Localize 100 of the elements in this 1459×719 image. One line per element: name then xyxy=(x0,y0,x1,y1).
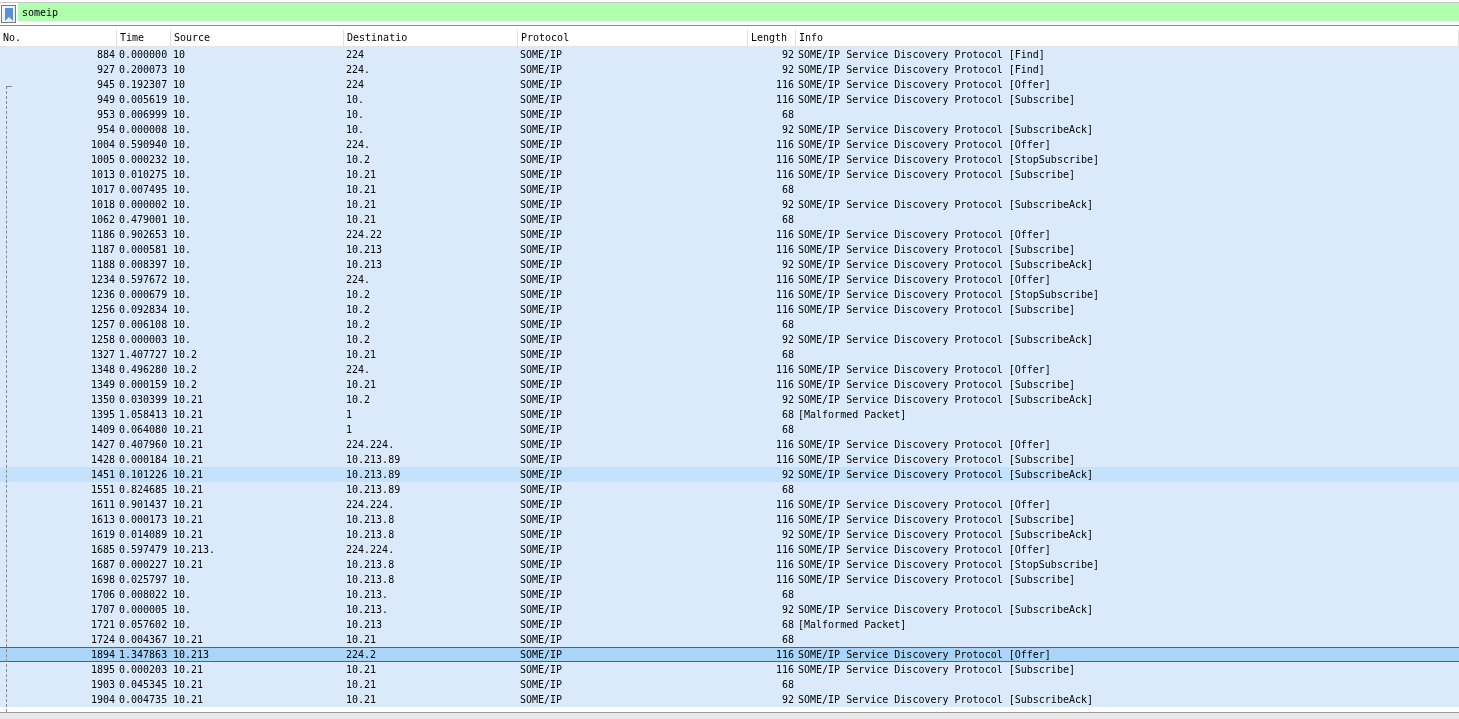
table-cell-text: 1256 xyxy=(90,303,115,317)
table-cell-text: 1257 xyxy=(90,318,115,332)
packet-row[interactable]: 1903 0.045345 10.21 10.21 SOME/IP 68 xyxy=(0,677,1459,692)
packet-row[interactable]: 1904 0.004735 10.21 10.21 SOME/IP 92 SOME/IP Service Discovery Protocol [SubscribeAck] xyxy=(0,692,1459,707)
table-cell-text: 68 xyxy=(781,213,794,227)
packet-row[interactable]: 1327 1.407727 10.2 10.21 SOME/IP 68 xyxy=(0,347,1459,362)
packet-row[interactable]: 1724 0.004367 10.21 10.21 SOME/IP 68 xyxy=(0,632,1459,647)
packet-row[interactable]: 927 0.200073 10 224. SOME/IP 92 SOME/IP Service Discovery Protocol [Find] xyxy=(0,62,1459,77)
packet-row[interactable]: 1348 0.496280 10.2 224. SOME/IP 116 SOME/IP Service Discovery Protocol [Offer] xyxy=(0,362,1459,377)
packet-row[interactable]: 1427 0.407960 10.21 224.224. SOME/IP 116 SOME/IP Service Discovery Protocol [Offer] xyxy=(0,437,1459,452)
table-cell-text: 0.025797 xyxy=(119,573,168,587)
table-cell-text: 0.597479 xyxy=(119,543,168,557)
packet-row[interactable]: 1698 0.025797 10. 10.213.8 SOME/IP 116 SOME/IP Service Discovery Protocol [Subscribe] xyxy=(0,572,1459,587)
column-header[interactable]: Source xyxy=(171,30,344,46)
packet-row[interactable]: 1062 0.479001 10. 10.21 SOME/IP 68 xyxy=(0,212,1459,227)
packet-row[interactable]: 953 0.006999 10. 10. SOME/IP 68 xyxy=(0,107,1459,122)
bookmark-button[interactable] xyxy=(1,5,16,23)
packet-row[interactable]: 1236 0.000679 10. 10.2 SOME/IP 116 SOME/IP Service Discovery Protocol [StopSubscribe] xyxy=(0,287,1459,302)
packet-row[interactable]: 1451 0.101226 10.21 10.213.89 SOME/IP 92 SOME/IP Service Discovery Protocol [SubscribeAck] xyxy=(0,467,1459,482)
packet-row[interactable]: 1188 0.008397 10. 10.213 SOME/IP 92 SOME/IP Service Discovery Protocol [SubscribeAck] xyxy=(0,257,1459,272)
packet-row[interactable]: 1619 0.014089 10.21 10.213.8 SOME/IP 92 SOME/IP Service Discovery Protocol [SubscribeAck] xyxy=(0,527,1459,542)
display-filter-field[interactable]: someip xyxy=(18,3,1459,21)
packet-row[interactable]: 1721 0.057602 10. 10.213 SOME/IP 68 [Malformed Packet] xyxy=(0,617,1459,632)
table-cell-text: 0.824685 xyxy=(119,483,168,497)
table-cell-text: 10. xyxy=(173,273,192,287)
table-cell-text: 10. xyxy=(173,303,192,317)
table-cell-text: 10.213.8 xyxy=(346,558,395,572)
table-cell-text: 10.21 xyxy=(173,453,204,467)
packet-row[interactable]: 1186 0.902653 10. 224.22 SOME/IP 116 SOME/IP Service Discovery Protocol [Offer] xyxy=(0,227,1459,242)
column-header[interactable]: Protocol xyxy=(518,30,748,46)
table-cell-text: 0.902653 xyxy=(119,228,168,242)
packet-row[interactable]: 1349 0.000159 10.2 10.21 SOME/IP 116 SOME/IP Service Discovery Protocol [Subscribe] xyxy=(0,377,1459,392)
table-cell-text: 0.407960 xyxy=(119,438,168,452)
table-cell: 1.347863 xyxy=(119,648,168,661)
table-cell: 224.2 xyxy=(346,648,377,661)
packet-row[interactable]: 1685 0.597479 10.213. 224.224. SOME/IP 116 SOME/IP Service Discovery Protocol [Offer] xyxy=(0,542,1459,557)
packet-row[interactable]: 1017 0.007495 10. 10.21 SOME/IP 68 xyxy=(0,182,1459,197)
table-cell-text: SOME/IP Service Discovery Protocol [SubscribeAck] xyxy=(798,333,1093,347)
table-cell-text: 10.21 xyxy=(346,378,377,392)
packet-row[interactable]: 1409 0.064080 10.21 1 SOME/IP 68 xyxy=(0,422,1459,437)
packet-row[interactable]: 1256 0.092834 10. 10.2 SOME/IP 116 SOME/IP Service Discovery Protocol [Subscribe] xyxy=(0,302,1459,317)
horizontal-scrollbar[interactable] xyxy=(0,712,1459,719)
packet-row[interactable]: 1350 0.030399 10.21 10.2 SOME/IP 92 SOME/IP Service Discovery Protocol [SubscribeAck] xyxy=(0,392,1459,407)
packet-row[interactable]: 1258 0.000003 10. 10.2 SOME/IP 92 SOME/IP Service Discovery Protocol [SubscribeAck] xyxy=(0,332,1459,347)
table-cell-text: SOME/IP xyxy=(520,108,563,122)
table-cell-text: 0.101226 xyxy=(119,468,168,482)
packet-row[interactable]: 1706 0.008022 10. 10.213. SOME/IP 68 xyxy=(0,587,1459,602)
table-cell-text: 10 xyxy=(173,48,186,62)
packet-row[interactable]: 1894 1.347863 10.213 224.2 SOME/IP 116 SOME/IP Service Discovery Protocol [Offer] xyxy=(0,647,1459,662)
packet-row[interactable]: 949 0.005619 10. 10. SOME/IP 116 SOME/IP Service Discovery Protocol [Subscribe] xyxy=(0,92,1459,107)
table-cell-text: 0.005619 xyxy=(119,93,168,107)
table-cell-text: 0.479001 xyxy=(119,213,168,227)
column-header[interactable]: Destinatio xyxy=(344,30,518,46)
table-cell-text: 1706 xyxy=(90,588,115,602)
table-cell-text: 10.21 xyxy=(173,393,204,407)
table-cell-text: 10. xyxy=(173,333,192,347)
table-cell-text: 1 xyxy=(346,423,353,437)
table-cell-text: 116 xyxy=(775,93,794,107)
table-cell-text: 10.21 xyxy=(346,633,377,647)
table-cell-text: 10.21 xyxy=(173,498,204,512)
packet-row[interactable]: 884 0.000000 10 224 SOME/IP 92 SOME/IP Service Discovery Protocol [Find] xyxy=(0,47,1459,62)
packet-row[interactable]: 1611 0.901437 10.21 224.224. SOME/IP 116 SOME/IP Service Discovery Protocol [Offer] xyxy=(0,497,1459,512)
packet-row[interactable]: 1687 0.000227 10.21 10.213.8 SOME/IP 116 SOME/IP Service Discovery Protocol [StopSubscribe] xyxy=(0,557,1459,572)
table-cell-text: 1551 xyxy=(90,483,115,497)
table-cell-text: 949 xyxy=(96,93,115,107)
column-header[interactable]: Info xyxy=(796,30,1459,46)
packet-row[interactable]: 1013 0.010275 10. 10.21 SOME/IP 116 SOME/IP Service Discovery Protocol [Subscribe] xyxy=(0,167,1459,182)
packet-row[interactable]: 945 0.192307 10 224 SOME/IP 116 SOME/IP Service Discovery Protocol [Offer] xyxy=(0,77,1459,92)
table-cell-text: SOME/IP Service Discovery Protocol [Subscribe] xyxy=(798,513,1075,527)
table-cell-text: SOME/IP Service Discovery Protocol [SubscribeAck] xyxy=(798,603,1093,617)
table-cell-text: 116 xyxy=(775,663,794,677)
table-cell-text: 68 xyxy=(781,483,794,497)
table-cell-text: 10.21 xyxy=(173,528,204,542)
packet-row[interactable]: 1004 0.590940 10. 224. SOME/IP 116 SOME/IP Service Discovery Protocol [Offer] xyxy=(0,137,1459,152)
table-cell-text: 10.2 xyxy=(346,288,371,302)
packet-row[interactable]: 1018 0.000002 10. 10.21 SOME/IP 92 SOME/IP Service Discovery Protocol [SubscribeAck] xyxy=(0,197,1459,212)
packet-row[interactable]: 1005 0.000232 10. 10.2 SOME/IP 116 SOME/IP Service Discovery Protocol [StopSubscribe] xyxy=(0,152,1459,167)
table-cell-text: SOME/IP xyxy=(520,663,563,677)
packet-row[interactable]: 1613 0.000173 10.21 10.213.8 SOME/IP 116 SOME/IP Service Discovery Protocol [Subscribe] xyxy=(0,512,1459,527)
column-header[interactable]: No. xyxy=(0,30,117,46)
table-cell: SOME/IP xyxy=(520,648,563,661)
packet-row[interactable]: 1257 0.006108 10. 10.2 SOME/IP 68 xyxy=(0,317,1459,332)
table-cell-text: 10. xyxy=(173,93,192,107)
table-cell-text: 10.2 xyxy=(173,363,198,377)
column-header[interactable]: Length xyxy=(748,30,796,46)
packet-row[interactable]: 1395 1.058413 10.21 1 SOME/IP 68 [Malformed Packet] xyxy=(0,407,1459,422)
table-cell-text: SOME/IP Service Discovery Protocol [Subscribe] xyxy=(798,663,1075,677)
packet-row[interactable]: 1428 0.000184 10.21 10.213.89 SOME/IP 116 SOME/IP Service Discovery Protocol [Subscribe] xyxy=(0,452,1459,467)
packet-row[interactable]: 1234 0.597672 10. 224. SOME/IP 116 SOME/IP Service Discovery Protocol [Offer] xyxy=(0,272,1459,287)
table-cell-text: 116 xyxy=(775,243,794,257)
packet-row[interactable]: 1707 0.000005 10. 10.213. SOME/IP 92 SOME/IP Service Discovery Protocol [SubscribeAck] xyxy=(0,602,1459,617)
table-cell-text: 10. xyxy=(173,213,192,227)
packet-row[interactable]: 1551 0.824685 10.21 10.213.89 SOME/IP 68 xyxy=(0,482,1459,497)
column-header[interactable]: Time xyxy=(117,30,171,46)
table-cell-text: 68 xyxy=(781,618,794,632)
packet-row[interactable]: 1187 0.000581 10. 10.213 SOME/IP 116 SOME/IP Service Discovery Protocol [Subscribe] xyxy=(0,242,1459,257)
table-cell-text: 0.000232 xyxy=(119,153,168,167)
table-cell-text: 1895 xyxy=(90,663,115,677)
packet-row[interactable]: 954 0.000008 10. 10. SOME/IP 92 SOME/IP Service Discovery Protocol [SubscribeAck] xyxy=(0,122,1459,137)
packet-row[interactable]: 1895 0.000203 10.21 10.21 SOME/IP 116 SOME/IP Service Discovery Protocol [Subscribe] xyxy=(0,662,1459,677)
